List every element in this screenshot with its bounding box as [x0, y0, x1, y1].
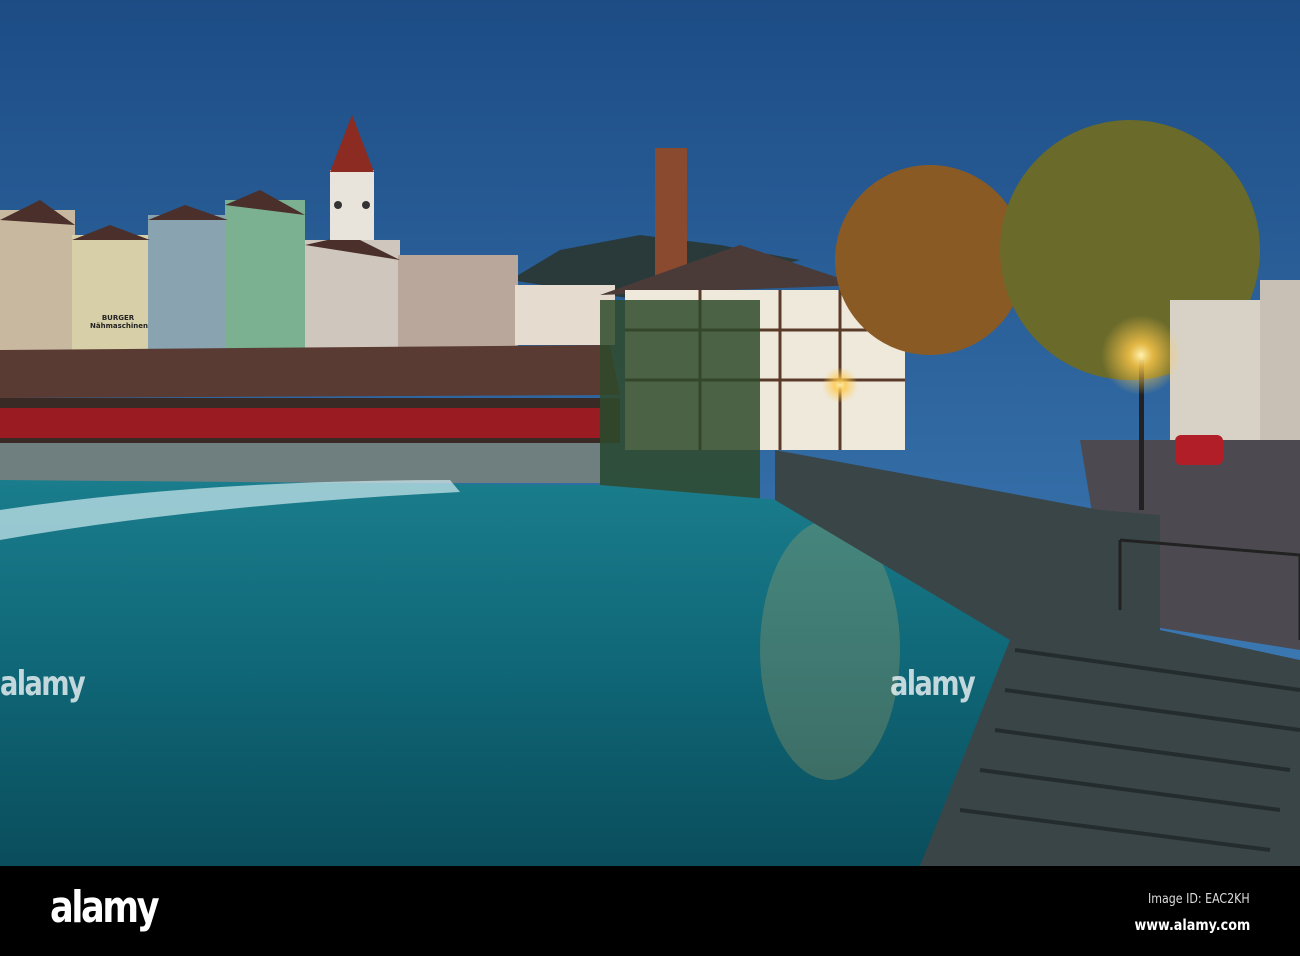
shop-sign-title: BURGER	[101, 314, 135, 322]
shop-sign: BURGER Nähmaschinen	[90, 314, 148, 330]
covered-bridge-roof	[0, 345, 620, 398]
watermark: alamy	[890, 664, 976, 704]
autumn-tree	[835, 165, 1025, 355]
site-url: www.alamy.com	[1134, 916, 1250, 934]
watermark: alamy	[0, 664, 86, 704]
image-id: Image ID: EAC2KH	[1148, 892, 1250, 907]
stock-photo: BURGER Nähmaschinen alamy alamy alamy Im…	[0, 0, 1300, 956]
alamy-logo: alamy	[50, 882, 160, 933]
shop-sign-subtitle: Nähmaschinen	[90, 322, 148, 330]
red-car	[1175, 435, 1223, 465]
river-town-photo	[0, 0, 1300, 866]
footer-bar: alamy Image ID: EAC2KH www.alamy.com	[0, 866, 1300, 956]
flower-boxes	[0, 408, 600, 438]
